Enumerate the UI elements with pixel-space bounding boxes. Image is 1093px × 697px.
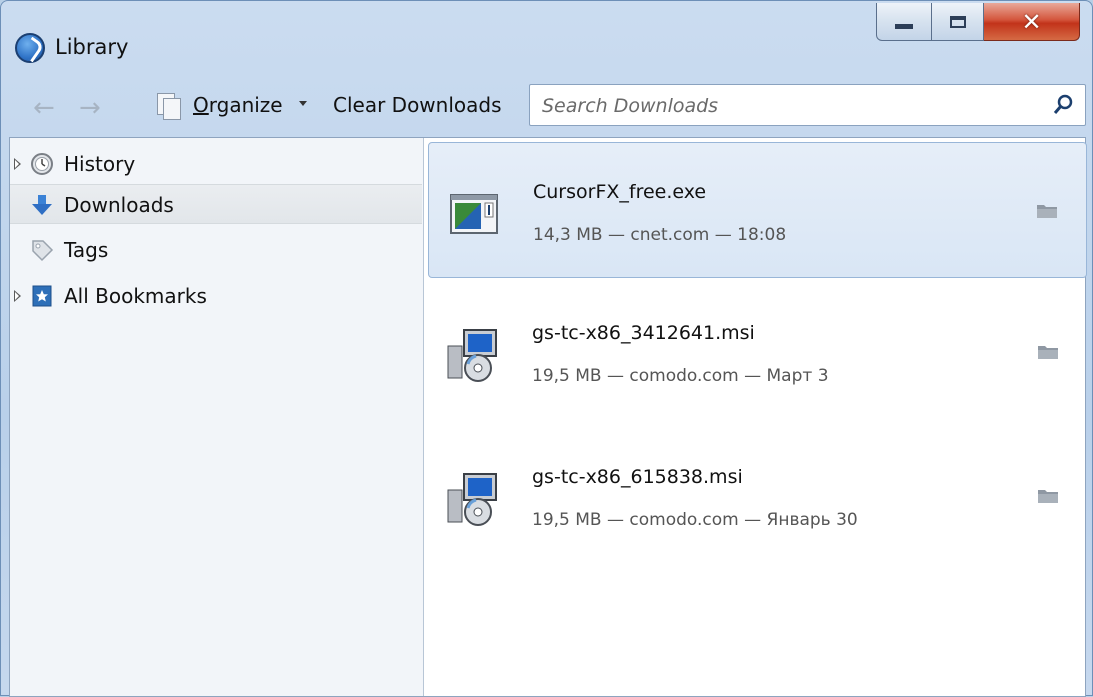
download-status: 19,5 MB — comodo.com — Март 3	[532, 366, 829, 386]
maximize-button[interactable]	[932, 3, 984, 41]
sidebar-item-tags[interactable]: Tags	[10, 230, 422, 270]
download-filename: gs-tc-x86_615838.msi	[532, 466, 743, 488]
downloads-list: CursorFX_free.exe 14,3 MB — cnet.com — 1…	[424, 138, 1087, 696]
chevron-down-icon	[299, 101, 307, 106]
close-icon: ✕	[1021, 7, 1042, 36]
folder-icon[interactable]	[1036, 203, 1058, 219]
download-item[interactable]: gs-tc-x86_615838.msi 19,5 MB — comodo.co…	[428, 428, 1087, 564]
firefox-app-icon	[15, 33, 45, 63]
organize-label: rganize	[208, 93, 283, 117]
toolbar: ← → Organize Clear Downloads	[9, 79, 1086, 133]
folder-icon[interactable]	[1037, 488, 1059, 504]
download-arrow-icon	[32, 195, 52, 215]
expand-icon[interactable]	[14, 290, 21, 302]
search-box[interactable]	[529, 84, 1086, 126]
exe-window-icon	[450, 194, 498, 234]
title-bar[interactable]: Library ✕	[1, 1, 1092, 75]
clock-icon	[31, 153, 53, 175]
organize-icon[interactable]	[155, 91, 185, 121]
minimize-button[interactable]	[876, 3, 932, 41]
sidebar-item-all-bookmarks[interactable]: All Bookmarks	[10, 276, 422, 316]
expand-icon[interactable]	[14, 158, 21, 170]
tag-icon	[32, 240, 54, 262]
minimize-icon	[895, 24, 913, 29]
download-status: 14,3 MB — cnet.com — 18:08	[533, 225, 787, 245]
search-input[interactable]	[540, 91, 1024, 121]
sidebar: History Downloads Tags All Bookmarks	[10, 138, 424, 696]
clear-downloads-button[interactable]: Clear Downloads	[333, 93, 502, 117]
sidebar-item-label: Tags	[64, 238, 109, 262]
organize-accesskey: O	[193, 93, 209, 117]
forward-arrow-icon[interactable]: →	[79, 95, 101, 121]
download-item[interactable]: gs-tc-x86_3412641.msi 19,5 MB — comodo.c…	[428, 284, 1087, 420]
maximize-icon	[949, 15, 966, 28]
bookmark-star-icon	[32, 285, 52, 307]
close-button[interactable]: ✕	[984, 3, 1080, 41]
download-status: 19,5 MB — comodo.com — Январь 30	[532, 510, 858, 530]
sidebar-item-history[interactable]: History	[10, 144, 422, 184]
back-arrow-icon[interactable]: ←	[33, 95, 55, 121]
sidebar-item-label: All Bookmarks	[64, 284, 207, 308]
organize-button[interactable]: Organize	[193, 93, 283, 117]
msi-installer-icon	[447, 473, 497, 526]
window-title: Library	[55, 35, 129, 59]
caption-buttons: ✕	[876, 3, 1080, 43]
msi-installer-icon	[447, 329, 497, 382]
content-pane: History Downloads Tags All Bookmarks Cur…	[9, 137, 1087, 697]
download-filename: CursorFX_free.exe	[533, 181, 707, 203]
library-window: Library ✕ ← → Organize Clear Downloads S…	[0, 0, 1093, 697]
search-icon[interactable]	[1051, 93, 1075, 117]
folder-icon[interactable]	[1037, 344, 1059, 360]
sidebar-item-label: Downloads	[64, 193, 174, 217]
download-item[interactable]: CursorFX_free.exe 14,3 MB — cnet.com — 1…	[428, 142, 1087, 278]
sidebar-item-downloads[interactable]: Downloads	[10, 184, 422, 224]
download-filename: gs-tc-x86_3412641.msi	[532, 322, 755, 344]
sidebar-item-label: History	[64, 152, 136, 176]
